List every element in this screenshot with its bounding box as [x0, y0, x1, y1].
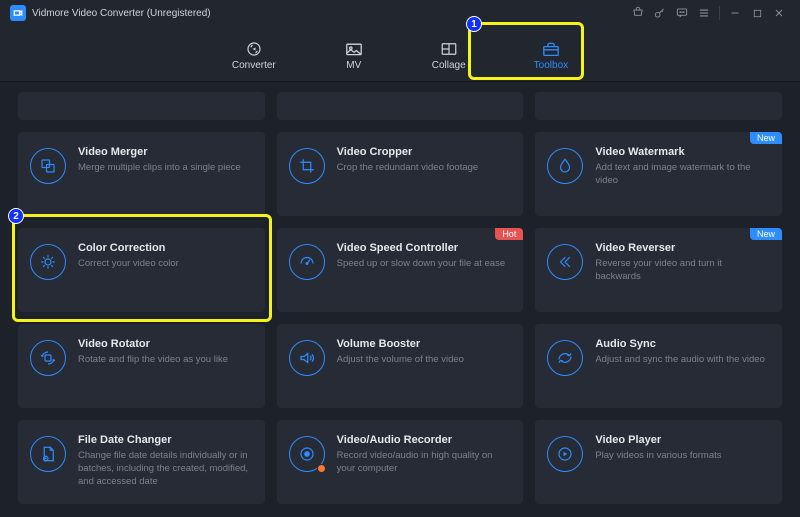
watermark-icon: [547, 148, 583, 184]
tool-desc: Reverse your video and turn it backwards: [595, 258, 770, 284]
toolbox-scroll[interactable]: Video Merger Merge multiple clips into a…: [0, 82, 800, 517]
tool-card-stub[interactable]: [18, 92, 265, 120]
tool-title: Audio Sync: [595, 338, 770, 350]
tab-label: Converter: [232, 60, 276, 71]
recorder-icon: [289, 436, 325, 472]
tool-title: Video Reverser: [595, 242, 770, 254]
tool-card-video-watermark[interactable]: New Video Watermark Add text and image w…: [535, 132, 782, 216]
audio-sync-icon: [547, 340, 583, 376]
tab-mv[interactable]: MV: [336, 37, 372, 71]
maximize-button[interactable]: [746, 2, 768, 24]
tool-desc: Speed up or slow down your file at ease: [337, 258, 512, 271]
new-badge: New: [750, 132, 782, 144]
tool-card-stub[interactable]: [277, 92, 524, 120]
tool-title: Video Player: [595, 434, 770, 446]
tool-title: Volume Booster: [337, 338, 512, 350]
merger-icon: [30, 148, 66, 184]
titlebar: Vidmore Video Converter (Unregistered): [0, 0, 800, 26]
tool-card-video-rotator[interactable]: Video Rotator Rotate and flip the video …: [18, 324, 265, 408]
tool-desc: Change file date details individually or…: [78, 450, 253, 488]
tool-desc: Adjust and sync the audio with the video: [595, 354, 770, 367]
tool-card-video-cropper[interactable]: Video Cropper Crop the redundant video f…: [277, 132, 524, 216]
close-button[interactable]: [768, 2, 790, 24]
minimize-button[interactable]: [724, 2, 746, 24]
menu-icon[interactable]: [693, 2, 715, 24]
tab-label: MV: [346, 60, 361, 71]
titlebar-divider: [719, 6, 720, 20]
tool-desc: Correct your video color: [78, 258, 253, 271]
mv-icon: [344, 41, 364, 57]
player-icon: [547, 436, 583, 472]
converter-icon: [244, 41, 264, 57]
tool-card-audio-sync[interactable]: Audio Sync Adjust and sync the audio wit…: [535, 324, 782, 408]
toolbox-grid: Video Merger Merge multiple clips into a…: [18, 92, 782, 504]
key-icon[interactable]: [649, 2, 671, 24]
tab-label: Collage: [432, 60, 466, 71]
feedback-icon[interactable]: [671, 2, 693, 24]
tool-card-color-correction[interactable]: Color Correction Correct your video colo…: [18, 228, 265, 312]
tool-desc: Merge multiple clips into a single piece: [78, 162, 253, 175]
tool-desc: Record video/audio in high quality on yo…: [337, 450, 512, 476]
cropper-icon: [289, 148, 325, 184]
tab-toolbox[interactable]: Toolbox: [526, 37, 576, 71]
speed-icon: [289, 244, 325, 280]
app-title: Vidmore Video Converter (Unregistered): [32, 8, 211, 19]
main-tabs: Converter MV Collage Toolbox: [0, 26, 800, 82]
tool-desc: Adjust the volume of the video: [337, 354, 512, 367]
tool-card-video-reverser[interactable]: New Video Reverser Reverse your video an…: [535, 228, 782, 312]
tool-card-video-speed-controller[interactable]: Hot Video Speed Controller Speed up or s…: [277, 228, 524, 312]
tab-label: Toolbox: [534, 60, 568, 71]
tool-title: Video Merger: [78, 146, 253, 158]
tool-title: Video Watermark: [595, 146, 770, 158]
tab-converter[interactable]: Converter: [224, 37, 284, 71]
hot-badge: Hot: [495, 228, 523, 240]
tool-title: Video Speed Controller: [337, 242, 512, 254]
tool-card-volume-booster[interactable]: Volume Booster Adjust the volume of the …: [277, 324, 524, 408]
tool-desc: Add text and image watermark to the vide…: [595, 162, 770, 188]
tool-desc: Play videos in various formats: [595, 450, 770, 463]
tab-collage[interactable]: Collage: [424, 37, 474, 71]
cart-icon[interactable]: [627, 2, 649, 24]
tool-desc: Crop the redundant video footage: [337, 162, 512, 175]
tool-title: Color Correction: [78, 242, 253, 254]
tool-title: Video/Audio Recorder: [337, 434, 512, 446]
tool-card-file-date-changer[interactable]: File Date Changer Change file date detai…: [18, 420, 265, 504]
app-logo-icon: [10, 5, 26, 21]
file-date-icon: [30, 436, 66, 472]
color-correction-icon: [30, 244, 66, 280]
tool-card-stub[interactable]: [535, 92, 782, 120]
tool-title: Video Cropper: [337, 146, 512, 158]
tool-title: Video Rotator: [78, 338, 253, 350]
rotator-icon: [30, 340, 66, 376]
toolbox-icon: [541, 41, 561, 57]
new-badge: New: [750, 228, 782, 240]
reverse-icon: [547, 244, 583, 280]
tool-title: File Date Changer: [78, 434, 253, 446]
tool-desc: Rotate and flip the video as you like: [78, 354, 253, 367]
tool-card-video-merger[interactable]: Video Merger Merge multiple clips into a…: [18, 132, 265, 216]
tool-card-video-player[interactable]: Video Player Play videos in various form…: [535, 420, 782, 504]
volume-icon: [289, 340, 325, 376]
tool-card-video-audio-recorder[interactable]: Video/Audio Recorder Record video/audio …: [277, 420, 524, 504]
collage-icon: [439, 41, 459, 57]
